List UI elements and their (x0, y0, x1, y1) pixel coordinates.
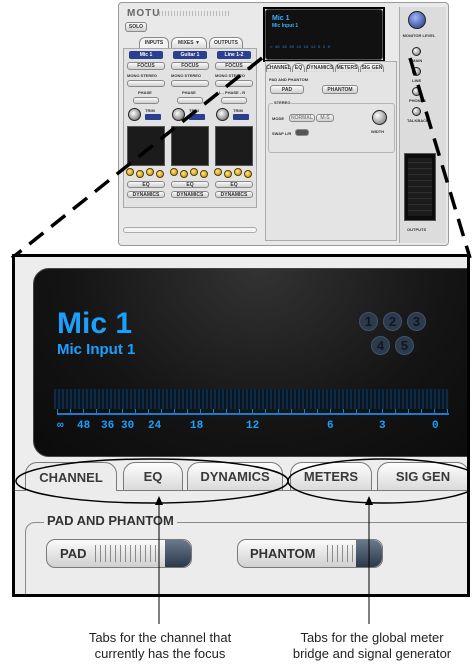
caption-global-tabs: Tabs for the global meter bridge and sig… (279, 630, 465, 662)
caption-channel-tabs: Tabs for the channel that currently has … (70, 630, 250, 662)
caption-line: Tabs for the channel that (88, 630, 232, 645)
caption-line: currently has the focus (94, 646, 226, 661)
pointer-right-arrow (365, 496, 373, 505)
caption-pointers (155, 496, 373, 624)
caption-line: bridge and signal generator (292, 646, 452, 661)
pointer-left-arrow (155, 496, 163, 505)
caption-line: Tabs for the global meter (300, 630, 444, 645)
